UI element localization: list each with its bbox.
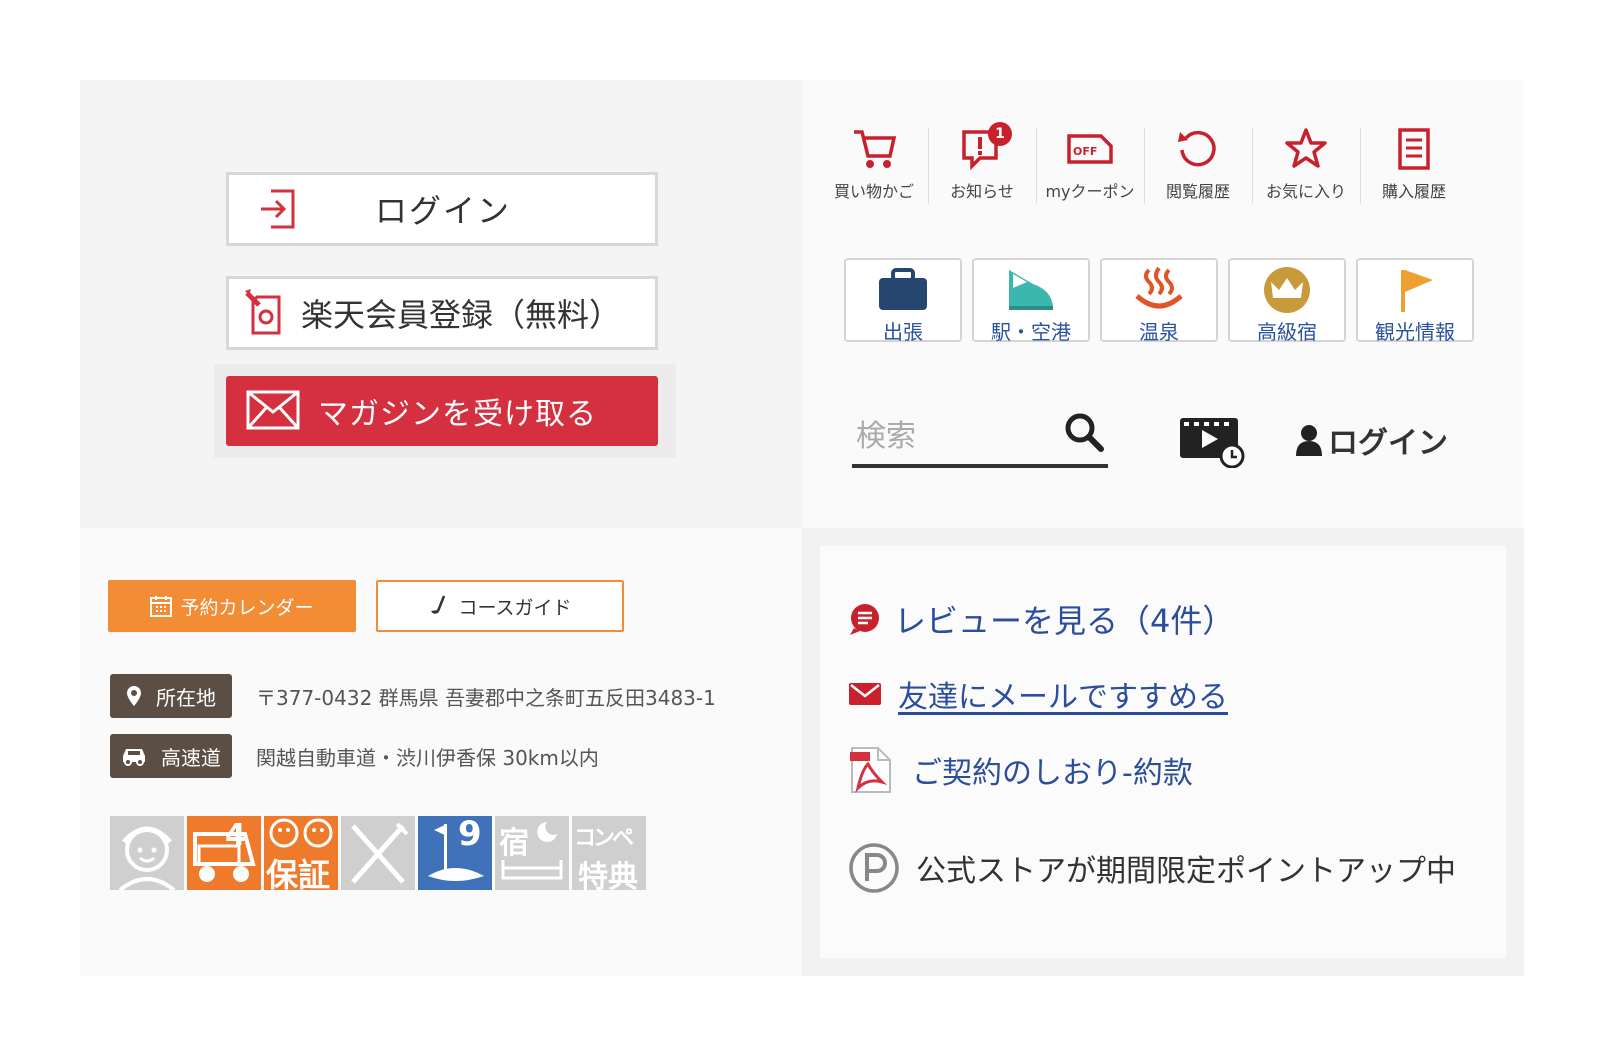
category-business[interactable]: 出張 xyxy=(844,258,962,344)
login-label: ログイン xyxy=(375,192,512,230)
review-bubble-icon xyxy=(850,604,879,635)
nav-item-coupon[interactable]: OFF myクーポン xyxy=(1036,120,1144,214)
highway-value: 関越自動車道・渋川伊香保 30km以内 xyxy=(256,745,599,770)
cart-number: 4 xyxy=(225,818,246,853)
nav-label: 閲覧履歴 xyxy=(1165,182,1230,201)
category-label: 出張 xyxy=(883,320,923,344)
lodging-icon: 宿 xyxy=(495,816,569,890)
point-up-label: 公式ストアが期間限定ポイントアップ中 xyxy=(916,854,1456,889)
hole-9-icon: 9 xyxy=(418,816,492,890)
category-label: 温泉 xyxy=(1139,320,1179,344)
receipt-icon xyxy=(1398,128,1430,170)
hole-number: 9 xyxy=(458,816,482,854)
terms-label: ご契約のしおり-約款 xyxy=(912,756,1193,791)
address-tag: 所在地 xyxy=(110,674,232,718)
address-value: 〒377-0432 群馬県 吾妻郡中之条町五反田3483-1 xyxy=(256,685,716,710)
calendar-label: 予約カレンダー xyxy=(180,596,314,619)
cart-4-seat-icon: 4 xyxy=(187,816,261,890)
category-label: 高級宿 xyxy=(1257,320,1317,344)
highway-tag-label: 高速道 xyxy=(161,745,221,770)
golf-club-icon xyxy=(431,595,446,614)
compe-text-2: 特典 xyxy=(578,860,638,890)
search-input[interactable] xyxy=(856,416,1046,456)
address-row: 所在地 〒377-0432 群馬県 吾妻郡中之条町五反田3483-1 xyxy=(110,674,716,718)
highway-tag: 高速道 xyxy=(110,734,232,778)
search-box xyxy=(852,408,1108,468)
category-label: 観光情報 xyxy=(1375,320,1455,344)
guarantee-text: 保証 xyxy=(266,856,331,890)
lodging-text: 宿 xyxy=(499,826,529,861)
nav-label: お知らせ xyxy=(950,182,1014,201)
magazine-label: マガジンを受け取る xyxy=(318,397,597,432)
register-icon xyxy=(245,289,289,345)
category-station[interactable]: 駅・空港 xyxy=(972,258,1090,344)
register-button[interactable]: 楽天会員登録（無料） xyxy=(226,276,658,350)
recommend-mail-label: 友達にメールですすめる xyxy=(898,680,1228,715)
pdf-icon xyxy=(850,747,891,793)
car-icon xyxy=(123,749,145,766)
header-login-link[interactable]: ログイン xyxy=(1294,418,1448,462)
briefcase-icon xyxy=(879,268,927,310)
nav-item-notice[interactable]: 1 お知らせ xyxy=(928,120,1036,214)
golf-course-panel: 予約カレンダー コースガイド 所在地 〒377-0432 群馬県 吾妻郡中之条町… xyxy=(80,528,802,976)
header-login-label: ログイン xyxy=(1328,426,1448,461)
point-icon xyxy=(849,843,899,893)
reservation-calendar-button[interactable]: 予約カレンダー xyxy=(108,580,356,632)
nav-label: お気に入り xyxy=(1265,182,1346,201)
magazine-button[interactable]: マガジンを受け取る xyxy=(226,376,658,446)
nav-item-favorites[interactable]: お気に入り xyxy=(1252,120,1360,214)
competition-icon: コンペ 特典 xyxy=(572,816,646,890)
notice-badge: 1 xyxy=(988,122,1012,146)
coupon-icon: OFF xyxy=(1067,134,1113,164)
category-label: 駅・空港 xyxy=(991,320,1071,344)
mail-icon xyxy=(849,683,881,705)
cart-icon xyxy=(854,130,896,168)
coupon-icon-text: OFF xyxy=(1073,145,1097,158)
review-link[interactable]: レビューを見る（4件） xyxy=(848,596,1234,642)
store-links-panel: レビューを見る（4件） 友達にメールですすめる ご契約のしおり-約款 公式ストア… xyxy=(802,528,1524,976)
travel-header-panel: 買い物かご 1 お知らせ OFF myクーポン 閲覧履歴 お気に入り 購入履歴 … xyxy=(802,80,1524,528)
nav-item-history[interactable]: 閲覧履歴 xyxy=(1144,120,1252,214)
search-icon[interactable] xyxy=(1064,412,1104,456)
nav-label: myクーポン xyxy=(1045,182,1135,201)
nav-item-purchases[interactable]: 購入履歴 xyxy=(1360,120,1468,214)
store-links-card: レビューを見る（4件） 友達にメールですすめる ご契約のしおり-約款 公式ストア… xyxy=(820,546,1506,958)
category-sightseeing[interactable]: 観光情報 xyxy=(1356,258,1474,344)
course-guide-label: コースガイド xyxy=(458,596,572,619)
user-icon xyxy=(1296,425,1322,456)
guarantee-icon: 保証 xyxy=(264,816,338,890)
nav-item-cart[interactable]: 買い物かご xyxy=(820,120,928,214)
terms-link[interactable]: ご契約のしおり-約款 xyxy=(848,746,1193,794)
crown-icon xyxy=(1264,267,1310,313)
restaurant-icon xyxy=(341,816,415,890)
category-nav: 出張 駅・空港 温泉 高級宿 観光情報 xyxy=(844,258,1474,344)
location-pin-icon xyxy=(127,686,141,706)
hot-spring-icon xyxy=(1135,266,1183,309)
caddie-icon xyxy=(110,816,184,890)
facility-icons: 4 保証 9 宿 コンペ 特典 xyxy=(110,816,646,890)
flag-icon xyxy=(1401,270,1433,312)
address-tag-label: 所在地 xyxy=(156,685,216,710)
point-up-info: 公式ストアが期間限定ポイントアップ中 xyxy=(848,842,1456,894)
compe-text-1: コンペ xyxy=(574,826,634,851)
category-luxury[interactable]: 高級宿 xyxy=(1228,258,1346,344)
star-icon xyxy=(1285,128,1327,168)
header-nav: 買い物かご 1 お知らせ OFF myクーポン 閲覧履歴 お気に入り 購入履歴 xyxy=(820,120,1470,214)
review-link-label: レビューを見る（4件） xyxy=(894,602,1235,640)
register-label: 楽天会員登録（無料） xyxy=(301,296,622,334)
login-icon xyxy=(259,187,299,239)
nav-label: 購入履歴 xyxy=(1381,182,1446,201)
mail-icon xyxy=(246,390,300,438)
course-guide-button[interactable]: コースガイド xyxy=(376,580,624,632)
video-history-icon[interactable] xyxy=(1178,414,1246,472)
history-icon xyxy=(1178,130,1216,167)
category-onsen[interactable]: 温泉 xyxy=(1100,258,1218,344)
calendar-icon xyxy=(150,596,173,617)
nav-label: 買い物かご xyxy=(833,182,914,201)
recommend-mail-link[interactable]: 友達にメールですすめる xyxy=(848,672,1228,716)
login-button[interactable]: ログイン xyxy=(226,172,658,246)
highway-row: 高速道 関越自動車道・渋川伊香保 30km以内 xyxy=(110,734,599,778)
train-icon xyxy=(1009,270,1053,310)
member-panel: ログイン 楽天会員登録（無料） マガジンを受け取る xyxy=(80,80,802,528)
